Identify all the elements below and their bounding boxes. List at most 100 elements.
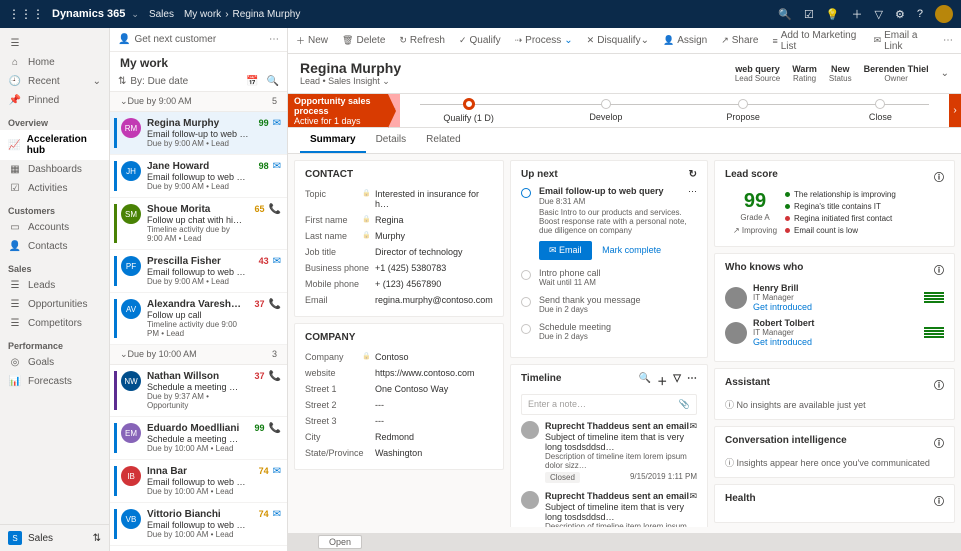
delete-button[interactable]: 🗑Delete bbox=[342, 35, 385, 46]
nav-leads[interactable]: ☰Leads bbox=[0, 276, 109, 295]
more-icon[interactable]: ⋯ bbox=[688, 186, 697, 197]
mark-complete-link[interactable]: Mark complete bbox=[602, 245, 661, 255]
worklist-item[interactable]: IB Inna Bar Email followup to web query … bbox=[110, 460, 287, 503]
nav-goals[interactable]: ◎Goals bbox=[0, 353, 109, 372]
user-avatar[interactable] bbox=[935, 5, 953, 23]
nav-contacts[interactable]: 👤Contacts bbox=[0, 237, 109, 256]
info-icon[interactable]: ⓘ bbox=[934, 262, 944, 277]
topic-field[interactable]: Interested in insurance for h… bbox=[375, 189, 493, 209]
worklist-item[interactable]: JH Jane Howard Email followup to web que… bbox=[110, 155, 287, 198]
share-button[interactable]: ↗Share bbox=[721, 35, 758, 46]
business-phone-field[interactable]: +1 (425) 5380783 bbox=[375, 263, 493, 273]
upnext-activity-title[interactable]: Email follow-up to web query bbox=[539, 186, 664, 197]
area-switcher[interactable]: SSales⇅ bbox=[0, 524, 109, 551]
tab-details[interactable]: Details bbox=[366, 128, 417, 153]
breadcrumb-mywork[interactable]: My work bbox=[184, 9, 221, 20]
nav-dashboards[interactable]: ▦Dashboards bbox=[0, 160, 109, 179]
search-icon[interactable]: 🔍 bbox=[267, 76, 279, 87]
refresh-icon[interactable]: ↻ bbox=[689, 169, 697, 180]
refresh-button[interactable]: ↻Refresh bbox=[399, 35, 445, 46]
settings-icon[interactable]: ⚙ bbox=[895, 8, 905, 21]
nav-home[interactable]: ⌂Home bbox=[0, 53, 109, 72]
more-icon[interactable]: ⋯ bbox=[687, 373, 697, 388]
worklist-item[interactable]: VB Vittorio Bianchi Email followup to we… bbox=[110, 503, 287, 546]
action-icon[interactable]: ✉ bbox=[273, 161, 281, 191]
search-icon[interactable]: 🔍 bbox=[639, 373, 651, 388]
attach-icon[interactable]: 📎 bbox=[679, 399, 690, 410]
nav-activities[interactable]: ☑Activities bbox=[0, 179, 109, 198]
action-icon[interactable]: 📞 bbox=[269, 299, 281, 338]
add-icon[interactable]: ＋ bbox=[657, 373, 667, 388]
status-open[interactable]: Open bbox=[318, 535, 362, 549]
breadcrumb-module[interactable]: Sales bbox=[149, 9, 174, 20]
record-subtitle[interactable]: Lead • Sales Insight ⌄ bbox=[300, 76, 401, 87]
lastname-field[interactable]: Murphy bbox=[375, 231, 493, 241]
action-icon[interactable]: 📞 bbox=[269, 371, 281, 410]
marketing-button[interactable]: ≡Add to Marketing List bbox=[772, 30, 859, 52]
action-icon[interactable]: 📞 bbox=[269, 423, 281, 453]
stage-propose[interactable]: Propose bbox=[675, 99, 812, 122]
street2-field[interactable]: --- bbox=[375, 400, 493, 410]
group-header[interactable]: ⌄ Due by 10:00 AM3 bbox=[110, 345, 287, 365]
process-active-stage[interactable]: Opportunity sales process Active for 1 d… bbox=[288, 94, 388, 127]
process-button[interactable]: ⇢Process ⌄ bbox=[515, 35, 573, 46]
overflow-icon[interactable]: ⋯ bbox=[943, 35, 953, 46]
action-icon[interactable]: ✉ bbox=[273, 256, 281, 286]
disqualify-button[interactable]: ✕Disqualify ⌄ bbox=[587, 35, 649, 46]
new-button[interactable]: ＋New bbox=[296, 34, 328, 47]
get-introduced-link[interactable]: Get introduced bbox=[753, 337, 924, 347]
worklist-item[interactable]: NW Nathan Willson Schedule a meeting wit… bbox=[110, 365, 287, 417]
mobile-phone-field[interactable]: + (123) 4567890 bbox=[375, 279, 493, 289]
info-icon[interactable]: ⓘ bbox=[934, 377, 944, 392]
timeline-entry[interactable]: Ruprecht Thaddeus sent an email✉ Subject… bbox=[521, 421, 697, 483]
action-icon[interactable]: ✉ bbox=[273, 466, 281, 496]
nav-accounts[interactable]: ▭Accounts bbox=[0, 218, 109, 237]
stage-close[interactable]: Close bbox=[812, 99, 949, 122]
nav-opportunities[interactable]: ☰Opportunities bbox=[0, 295, 109, 314]
app-launcher-icon[interactable]: ⋮⋮⋮ bbox=[8, 7, 44, 21]
worklist-item[interactable]: AV Alexandra Vareshnikoff Follow up call… bbox=[110, 293, 287, 345]
search-icon[interactable]: 🔍 bbox=[778, 8, 792, 21]
get-introduced-link[interactable]: Get introduced bbox=[753, 302, 924, 312]
group-header[interactable]: ⌄ Due by 9:00 AM5 bbox=[110, 92, 287, 112]
filter-icon[interactable]: ▽ bbox=[673, 373, 681, 388]
filter-label[interactable]: By: Due date bbox=[130, 76, 188, 87]
worklist-item[interactable]: GM Girogio Marconi Send product info Due… bbox=[110, 546, 287, 551]
action-icon[interactable]: 📞 bbox=[269, 204, 281, 243]
mail-icon[interactable]: ✉ bbox=[689, 491, 697, 502]
worklist-item[interactable]: SM Shoue Morita Follow up chat with his … bbox=[110, 198, 287, 250]
timeline-note-input[interactable]: Enter a note…📎 bbox=[521, 394, 697, 415]
breadcrumb-record[interactable]: Regina Murphy bbox=[233, 9, 301, 20]
qualify-button[interactable]: ✓Qualify bbox=[459, 35, 501, 46]
sort-icon[interactable]: ⇅ bbox=[118, 76, 126, 87]
mail-icon[interactable]: ✉ bbox=[689, 421, 697, 432]
lightbulb-icon[interactable]: 💡 bbox=[826, 8, 840, 21]
activity-radio-icon[interactable] bbox=[521, 188, 531, 198]
calendar-icon[interactable]: 📅 bbox=[246, 76, 258, 87]
action-icon[interactable]: ✉ bbox=[273, 509, 281, 539]
tab-summary[interactable]: Summary bbox=[300, 128, 366, 153]
email-field[interactable]: regina.murphy@contoso.com bbox=[375, 295, 493, 305]
more-icon[interactable]: ⋯ bbox=[269, 34, 279, 45]
nav-acceleration-hub[interactable]: 📈Acceleration hub bbox=[0, 130, 109, 160]
get-next-customer[interactable]: 👤 Get next customer⋯ bbox=[110, 28, 287, 52]
assign-button[interactable]: 👤Assign bbox=[663, 35, 707, 46]
chevron-down-icon[interactable]: ⌄ bbox=[941, 68, 949, 79]
nav-recent[interactable]: 🕘Recent⌄ bbox=[0, 72, 109, 91]
email-button[interactable]: ✉ Email bbox=[539, 241, 592, 260]
timeline-entry[interactable]: Ruprecht Thaddeus sent an email✉ Subject… bbox=[521, 491, 697, 527]
process-next-icon[interactable]: › bbox=[949, 94, 961, 127]
worklist-item[interactable]: EM Eduardo Moedlliani Schedule a meeting… bbox=[110, 417, 287, 460]
chevron-down-icon[interactable]: ⌄ bbox=[131, 9, 139, 20]
stage-develop[interactable]: Develop bbox=[537, 99, 674, 122]
state-field[interactable]: Washington bbox=[375, 448, 493, 458]
emaillink-button[interactable]: ✉Email a Link bbox=[874, 30, 929, 52]
jobtitle-field[interactable]: Director of technology bbox=[375, 247, 493, 257]
task-icon[interactable]: ☑ bbox=[804, 8, 814, 21]
nav-pinned[interactable]: 📌Pinned bbox=[0, 91, 109, 110]
street3-field[interactable]: --- bbox=[375, 416, 493, 426]
info-icon[interactable]: ⓘ bbox=[934, 435, 944, 450]
nav-forecasts[interactable]: 📊Forecasts bbox=[0, 372, 109, 391]
info-icon[interactable]: ⓘ bbox=[934, 493, 944, 508]
action-icon[interactable]: ✉ bbox=[273, 118, 281, 148]
